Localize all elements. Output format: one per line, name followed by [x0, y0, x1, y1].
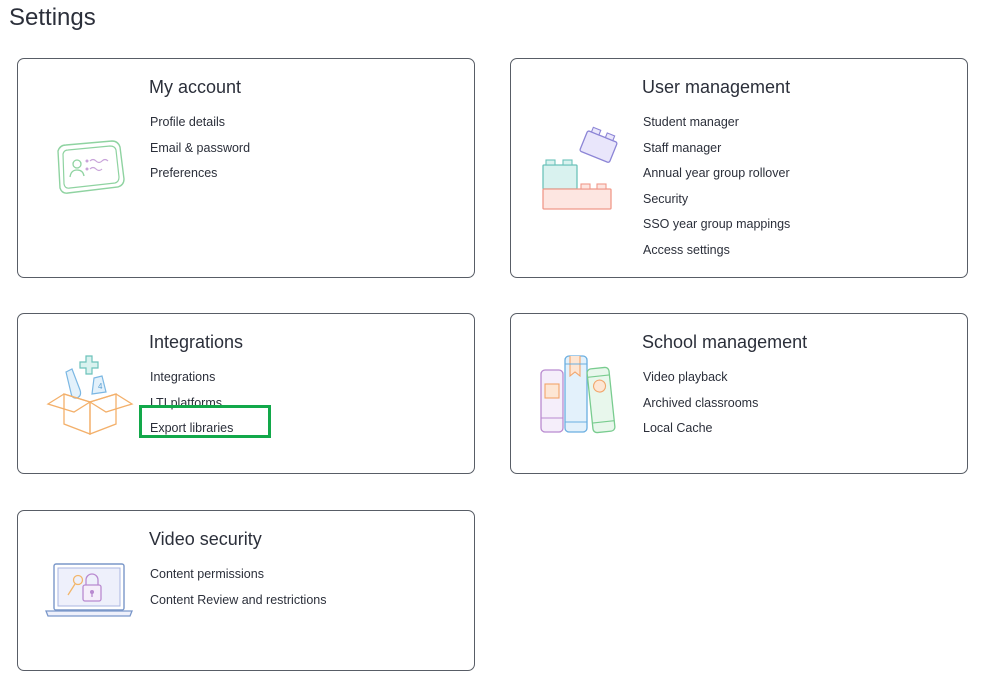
link-content-review-and-restrictions[interactable]: Content Review and restrictions	[150, 588, 326, 614]
id-card-icon	[57, 140, 125, 194]
card-integrations: 4 Integrations Integrations LTI platform…	[17, 313, 475, 474]
card-title: School management	[642, 332, 808, 352]
card-title: Video security	[149, 529, 262, 549]
link-archived-classrooms[interactable]: Archived classrooms	[643, 391, 758, 417]
link-local-cache[interactable]: Local Cache	[643, 416, 758, 442]
export-libraries-highlight	[139, 405, 271, 438]
building-blocks-icon	[542, 126, 618, 210]
link-preferences[interactable]: Preferences	[150, 161, 250, 187]
card-my-account: My account Profile details Email & passw…	[17, 58, 475, 278]
svg-text:4: 4	[98, 382, 103, 391]
page-title: Settings	[9, 4, 96, 31]
card-user-management: User management Student manager Staff ma…	[510, 58, 968, 278]
link-annual-year-group-rollover[interactable]: Annual year group rollover	[643, 161, 790, 187]
link-email-password[interactable]: Email & password	[150, 136, 250, 162]
card-title: User management	[642, 77, 791, 97]
link-security[interactable]: Security	[643, 187, 790, 213]
link-sso-year-group-mappings[interactable]: SSO year group mappings	[643, 212, 790, 238]
link-student-manager[interactable]: Student manager	[643, 110, 790, 136]
link-staff-manager[interactable]: Staff manager	[643, 136, 790, 162]
link-content-permissions[interactable]: Content permissions	[150, 562, 326, 588]
card-video-security: Video security Content permissions Conte…	[17, 510, 475, 671]
laptop-lock-icon	[45, 563, 133, 617]
link-integrations[interactable]: Integrations	[150, 365, 233, 391]
link-video-playback[interactable]: Video playback	[643, 365, 758, 391]
open-box-icon: 4	[46, 355, 134, 435]
card-title: My account	[149, 77, 242, 97]
card-title: Integrations	[149, 332, 244, 352]
link-profile-details[interactable]: Profile details	[150, 110, 250, 136]
link-access-settings[interactable]: Access settings	[643, 238, 790, 264]
card-school-management: School management Video playback Archive…	[510, 313, 968, 474]
books-icon	[540, 355, 616, 434]
